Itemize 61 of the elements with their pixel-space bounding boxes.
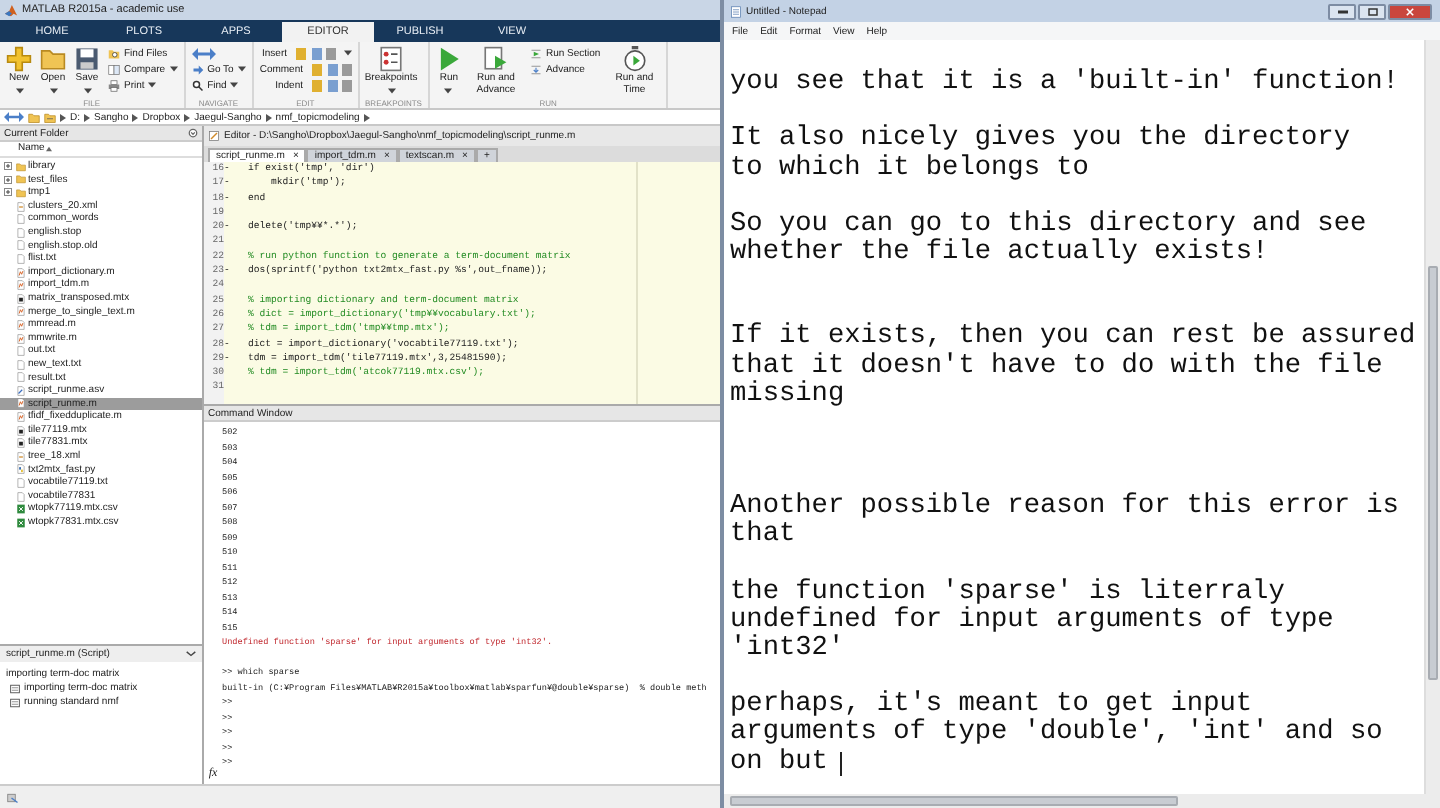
navigation-arrows-icon (4, 112, 24, 122)
text-line: that it doesn't have to do with the file (730, 353, 1383, 382)
folder-icon (40, 46, 66, 72)
text-line: 'int32' (730, 635, 845, 665)
minimize-button[interactable] (1328, 3, 1356, 19)
chevron-icon (132, 113, 139, 121)
vertical-scrollbar[interactable] (1424, 40, 1440, 794)
text-line: whether the file actually exists! (730, 239, 1269, 269)
chevron-icon (265, 113, 272, 121)
text-line: If it exists, then you can rest be assured (730, 324, 1416, 353)
text-line: perhaps, it's meant to get input (730, 692, 1253, 721)
editor-icon (208, 130, 220, 142)
status-icon (6, 791, 20, 803)
text-line: you see that it is a 'built-in' function! (730, 70, 1399, 99)
xml-file-icon (16, 451, 26, 462)
edit-tools-icon (311, 79, 352, 91)
text-line: missing (730, 381, 845, 410)
data-file-icon (16, 293, 26, 304)
horizontal-scrollbar[interactable] (724, 794, 1440, 808)
code-section-icon (10, 684, 20, 694)
text-line: that (730, 522, 796, 552)
minimize-icon (1337, 9, 1347, 13)
maximize-button[interactable] (1358, 3, 1386, 19)
sort-arrow-icon (46, 146, 53, 152)
compare-icon (108, 63, 120, 75)
text-line: It also nicely gives you the directory (730, 126, 1350, 155)
matlab-logo-icon (4, 3, 18, 17)
python-file-icon (16, 464, 26, 475)
xml-file-icon (16, 201, 26, 212)
play-icon (435, 46, 462, 72)
code-section-icon (10, 698, 20, 708)
close-icon (1406, 7, 1414, 15)
close-button[interactable] (1388, 3, 1432, 19)
autosave-file-icon (16, 385, 26, 396)
text-line: to which it belongs to (730, 155, 1089, 184)
text-line: on but (730, 749, 828, 778)
chevron-icon (84, 113, 90, 121)
script-file-icon (16, 398, 26, 409)
chevron-icon (363, 113, 370, 121)
plus-icon (6, 46, 32, 72)
text-line: arguments of type 'double', 'int' and so (730, 720, 1383, 749)
edit-tools-icon (295, 47, 336, 59)
edit-tools-icon (311, 63, 352, 75)
browse-folder-icon (44, 111, 56, 123)
chevron-icon (184, 113, 191, 121)
text-line: So you can go to this directory and see (730, 211, 1367, 240)
text-line: undefined for input arguments of type (730, 607, 1334, 636)
text-line: Another possible reason for this error is (730, 494, 1399, 523)
find-files-icon (108, 47, 120, 59)
text-line: the function 'sparse' is literraly (730, 579, 1285, 608)
script-file-icon (16, 333, 26, 344)
advance-icon (529, 63, 542, 75)
go-to-icon (191, 63, 204, 75)
script-file-icon (16, 412, 26, 423)
run-section-icon (529, 47, 542, 59)
printer-icon (108, 79, 120, 91)
chevron-icon (60, 113, 66, 121)
search-icon (191, 79, 204, 91)
notepad-icon (730, 5, 742, 17)
maximize-icon (1367, 7, 1377, 15)
chevron-down-icon (186, 650, 196, 658)
